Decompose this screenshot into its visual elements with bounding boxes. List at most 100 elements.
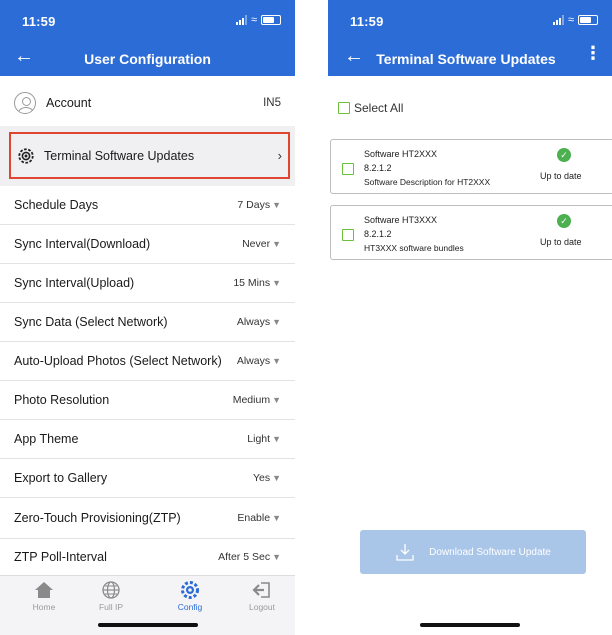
home-indicator xyxy=(420,623,520,627)
package-description: Software Description for HT2XXX xyxy=(364,177,491,187)
setting-label: Sync Interval(Download) xyxy=(14,237,151,251)
globe-icon xyxy=(102,581,120,599)
status-time: 11:59 xyxy=(350,14,384,29)
setting-value: Yes xyxy=(252,472,271,484)
home-indicator xyxy=(97,623,198,627)
package-version: 8.2.1.2 xyxy=(364,163,392,173)
caret-down-icon: ▼ xyxy=(272,200,281,210)
battery-icon xyxy=(261,15,281,25)
setting-label: Export to Gallery xyxy=(14,471,108,485)
package-version: 8.2.1.2 xyxy=(364,229,392,239)
account-value: IN5 xyxy=(263,97,281,109)
setting-label: App Theme xyxy=(14,432,79,446)
battery-icon xyxy=(578,15,598,25)
tab-config[interactable]: Config xyxy=(160,580,220,612)
caret-down-icon: ▼ xyxy=(272,278,281,288)
setting-label: Sync Data (Select Network) xyxy=(14,315,168,329)
setting-row-sync-upload[interactable]: Sync Interval(Upload) 15 Mins ▼ xyxy=(0,264,295,302)
tab-full-ip[interactable]: Full IP xyxy=(81,580,141,612)
caret-down-icon: ▼ xyxy=(272,356,281,366)
wifi-icon: ≈ xyxy=(250,14,257,26)
status-icons: ≈ xyxy=(552,14,598,26)
app-header: 11:59 ≈ ← Terminal Software Updates ⋮ xyxy=(328,0,612,76)
tab-label: Full IP xyxy=(98,602,124,612)
package-name: Software HT2XXX xyxy=(364,149,438,159)
tab-label: Config xyxy=(177,602,203,612)
setting-row-sync-data[interactable]: Sync Data (Select Network) Always ▼ xyxy=(0,303,295,341)
setting-label: Auto-Upload Photos (Select Network) xyxy=(14,354,222,368)
status-icons: ≈ xyxy=(235,14,281,26)
status-time: 11:59 xyxy=(22,14,56,29)
logout-icon xyxy=(252,582,270,598)
setting-label: Schedule Days xyxy=(14,198,99,212)
caret-down-icon: ▼ xyxy=(272,473,281,483)
setting-value: Never xyxy=(242,238,271,250)
setting-label: Photo Resolution xyxy=(14,393,110,407)
caret-down-icon: ▼ xyxy=(272,513,281,523)
tab-label: Logout xyxy=(249,602,275,612)
app-header: 11:59 ≈ ← User Configuration xyxy=(0,0,295,76)
settings-gear-icon xyxy=(18,147,34,164)
terminal-software-updates-label: Terminal Software Updates xyxy=(44,148,195,163)
tab-logout[interactable]: Logout xyxy=(232,580,292,612)
software-package-card: Software HT3XXX 8.2.1.2 HT3XXX software … xyxy=(330,205,612,260)
tab-home[interactable]: Home xyxy=(14,580,74,612)
setting-row-ztp[interactable]: Zero-Touch Provisioning(ZTP) Enable ▼ xyxy=(0,498,295,538)
home-icon xyxy=(35,582,53,598)
user-avatar-icon xyxy=(14,92,36,114)
page-title: Terminal Software Updates xyxy=(376,51,556,67)
package-status: Up to date xyxy=(540,171,582,181)
setting-value: Medium xyxy=(232,394,271,406)
wifi-icon: ≈ xyxy=(567,14,574,26)
setting-value: 15 Mins xyxy=(233,277,271,289)
package-checkbox[interactable] xyxy=(342,229,354,241)
setting-label: Sync Interval(Upload) xyxy=(14,276,135,290)
bottom-tab-bar: Home Full IP Config Logout xyxy=(0,575,295,635)
account-label: Account xyxy=(46,96,92,110)
caret-down-icon: ▼ xyxy=(272,552,281,562)
setting-value: Always xyxy=(236,355,271,367)
setting-row-app-theme[interactable]: App Theme Light ▼ xyxy=(0,420,295,458)
setting-value: Always xyxy=(236,316,271,328)
setting-value: Light xyxy=(247,433,271,445)
software-package-card: Software HT2XXX 8.2.1.2 Software Descrip… xyxy=(330,139,612,194)
more-options-icon[interactable]: ⋮ xyxy=(584,44,602,62)
select-all-checkbox[interactable]: Select All xyxy=(338,101,403,115)
setting-label: ZTP Poll-Interval xyxy=(14,550,107,564)
user-configuration-screen: 11:59 ≈ ← User Configuration Account IN5… xyxy=(0,0,295,635)
caret-down-icon: ▼ xyxy=(272,434,281,444)
setting-row-schedule-days[interactable]: Schedule Days 7 Days ▼ xyxy=(0,186,295,224)
download-icon xyxy=(396,544,414,561)
signal-icon xyxy=(235,15,247,25)
tab-label: Home xyxy=(32,602,56,612)
setting-row-photo-resolution[interactable]: Photo Resolution Medium ▼ xyxy=(0,381,295,419)
setting-label: Zero-Touch Provisioning(ZTP) xyxy=(14,511,181,525)
select-all-label: Select All xyxy=(354,101,404,115)
setting-value: 7 Days xyxy=(237,199,271,211)
account-row[interactable]: Account IN5 xyxy=(0,80,295,126)
caret-down-icon: ▼ xyxy=(272,239,281,249)
caret-down-icon: ▼ xyxy=(272,317,281,327)
setting-row-auto-upload-photos[interactable]: Auto-Upload Photos (Select Network) Alwa… xyxy=(0,342,295,380)
checkbox-icon xyxy=(338,102,350,114)
download-button-label: Download Software Update xyxy=(429,546,551,558)
setting-value: After 5 Sec xyxy=(218,551,271,563)
setting-row-export-gallery[interactable]: Export to Gallery Yes ▼ xyxy=(0,459,295,497)
gear-icon xyxy=(181,581,199,599)
check-circle-icon: ✓ xyxy=(557,214,571,228)
page-title: User Configuration xyxy=(84,51,211,67)
setting-row-sync-download[interactable]: Sync Interval(Download) Never ▼ xyxy=(0,225,295,263)
check-circle-icon: ✓ xyxy=(557,148,571,162)
download-software-update-button[interactable]: Download Software Update xyxy=(360,530,586,574)
terminal-software-updates-screen: 11:59 ≈ ← Terminal Software Updates ⋮ Se… xyxy=(328,0,612,635)
package-checkbox[interactable] xyxy=(342,163,354,175)
chevron-right-icon: › xyxy=(277,148,282,163)
package-description: HT3XXX software bundles xyxy=(364,243,464,253)
signal-icon xyxy=(552,15,564,25)
setting-value: Enable xyxy=(237,512,271,524)
caret-down-icon: ▼ xyxy=(272,395,281,405)
package-status: Up to date xyxy=(540,237,582,247)
package-name: Software HT3XXX xyxy=(364,215,438,225)
setting-row-ztp-poll-interval[interactable]: ZTP Poll-Interval After 5 Sec ▼ xyxy=(0,539,295,575)
terminal-software-updates-row[interactable]: Terminal Software Updates › xyxy=(9,132,290,179)
